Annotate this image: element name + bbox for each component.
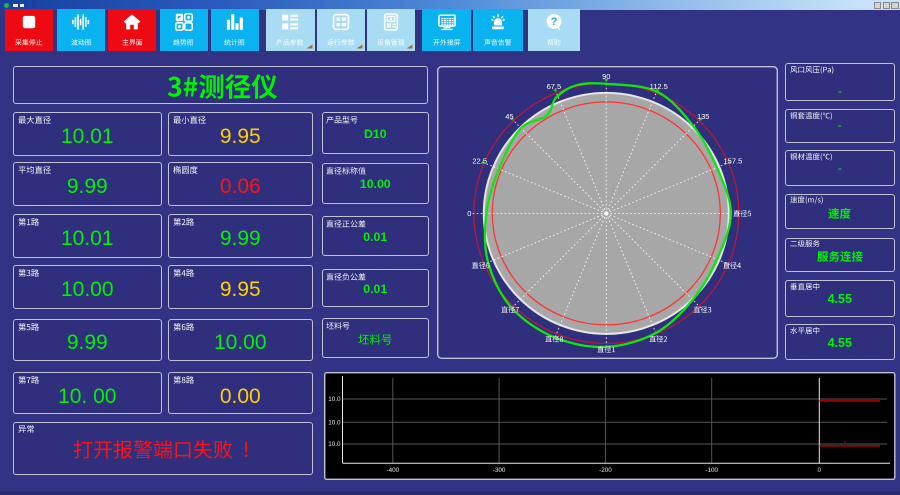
svg-text:22.5: 22.5 <box>472 156 487 165</box>
svg-text:67.5: 67.5 <box>546 82 561 91</box>
svg-text:-100: -100 <box>705 466 718 473</box>
svg-text:-400: -400 <box>386 466 399 473</box>
svg-text:90: 90 <box>602 71 610 80</box>
svg-text:10.0: 10.0 <box>328 441 341 448</box>
svg-text:0: 0 <box>818 466 822 473</box>
svg-text:10.0: 10.0 <box>328 419 341 426</box>
svg-text:157.5: 157.5 <box>723 156 742 165</box>
svg-text:x: x <box>844 440 847 446</box>
svg-text:?: ? <box>551 16 558 28</box>
svg-text:10.0: 10.0 <box>328 396 341 403</box>
svg-text:0: 0 <box>467 208 471 217</box>
svg-text:-300: -300 <box>493 466 506 473</box>
svg-text:135: 135 <box>697 111 710 120</box>
svg-text:-200: -200 <box>599 466 612 473</box>
svg-text:45: 45 <box>505 111 513 120</box>
svg-text:112.5: 112.5 <box>649 82 667 91</box>
